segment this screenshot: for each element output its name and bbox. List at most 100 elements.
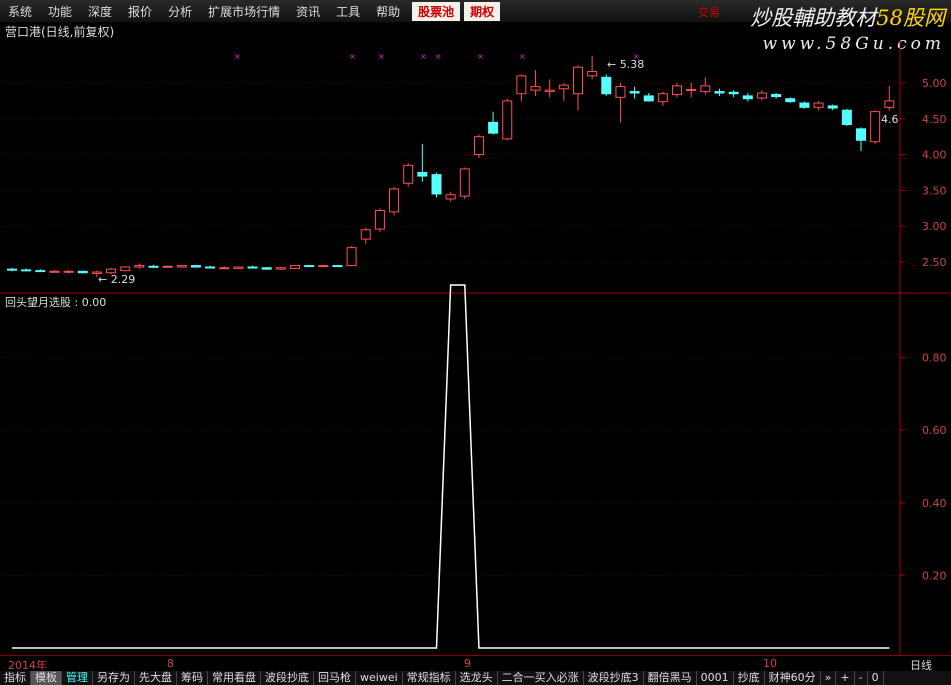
candle-body <box>771 93 782 98</box>
y-tick-label: 4.00 <box>922 149 947 162</box>
candle-body <box>35 270 46 273</box>
candle-body <box>870 111 881 143</box>
candle-body <box>304 265 315 268</box>
candle-body <box>77 270 88 274</box>
tab-item[interactable]: 先大盘 <box>135 671 177 685</box>
tab-item[interactable]: 翻倍黑马 <box>644 671 697 685</box>
candle-body <box>290 265 300 269</box>
candle-body <box>473 136 484 156</box>
candle-body <box>261 267 272 270</box>
candle-body <box>134 265 145 268</box>
candle-body <box>389 188 400 213</box>
candle-body <box>856 128 866 141</box>
signal-marker: × <box>435 52 442 61</box>
tab-item[interactable]: 抄底 <box>734 671 765 685</box>
signal-marker: × <box>349 52 356 61</box>
candle-body <box>544 89 555 93</box>
candle-body <box>643 95 654 102</box>
tab-item[interactable]: 二合一买入必涨 <box>498 671 584 685</box>
x-axis: 2014年 8 9 10 日线 <box>0 655 951 672</box>
candle-body <box>176 265 187 268</box>
tab-item[interactable]: 另存为 <box>93 671 135 685</box>
candle-body <box>629 91 640 94</box>
y-tick-label: 0.80 <box>922 352 947 365</box>
candle-body <box>417 172 428 177</box>
candle-body <box>728 91 739 95</box>
candle-body <box>318 265 329 268</box>
tab-item[interactable]: 0001 <box>697 671 734 685</box>
last-price-label: 4.6 <box>881 113 899 126</box>
candle-body <box>233 266 244 269</box>
candle-body <box>360 229 371 240</box>
y-tick-label: 5.00 <box>922 77 947 90</box>
tab-item[interactable]: 模板 <box>31 671 62 685</box>
candle-body <box>502 100 513 140</box>
tab-item[interactable]: + <box>836 671 855 685</box>
signal-marker: × <box>234 52 241 61</box>
candle-body <box>403 164 414 184</box>
tab-item[interactable]: » <box>821 671 837 685</box>
tab-item[interactable]: 指标 <box>0 671 31 685</box>
candle-body <box>657 93 668 103</box>
candle-body <box>686 88 697 91</box>
tab-item[interactable]: 波段抄底 <box>261 671 314 685</box>
candle-body <box>488 121 499 134</box>
y-tick-label: 3.00 <box>922 220 947 233</box>
candle-body <box>558 84 569 90</box>
tab-item[interactable]: 0 <box>868 671 884 685</box>
y-tick-label: 3.50 <box>922 184 947 197</box>
candle-body <box>742 95 753 100</box>
tab-item[interactable]: 筹码 <box>177 671 208 685</box>
candle-body <box>332 265 343 268</box>
tab-item[interactable]: 回马枪 <box>314 671 356 685</box>
y-tick-label: 4.50 <box>922 113 947 126</box>
candle-body <box>162 265 173 268</box>
candle-body <box>700 85 711 93</box>
candle-body <box>374 209 385 230</box>
candle-body <box>714 91 725 94</box>
tab-item[interactable]: 常规指标 <box>403 671 456 685</box>
tab-item[interactable]: 常用看盘 <box>208 671 261 685</box>
signal-marker: × <box>420 52 427 61</box>
candle-body <box>275 267 286 270</box>
candle-body <box>49 270 60 273</box>
x-label: 8 <box>167 657 174 670</box>
signal-marker: × <box>378 52 385 61</box>
candle-body <box>190 265 201 268</box>
tab-item[interactable]: 财神60分 <box>765 671 821 685</box>
candle-body <box>63 270 74 273</box>
candle-body <box>573 66 583 95</box>
tab-item[interactable]: weiwei <box>356 671 403 685</box>
chart-area[interactable]: 2.503.003.504.004.505.00× × × × × × × ×← 5.38← … <box>0 0 951 655</box>
low-price-label: ← 2.29 <box>98 273 135 286</box>
candle-body <box>841 109 852 126</box>
candle-body <box>346 247 357 267</box>
y-tick-label: 0.40 <box>922 497 947 510</box>
candle-body <box>120 266 131 272</box>
indicator-tabs: 指标 模板 管理 另存为 先大盘 筹码 常用看盘 波段抄底 回马枪 weiwei 常规指标 选龙头 二合… <box>0 671 951 685</box>
tab-item[interactable]: 管理 <box>62 671 93 685</box>
signal-marker: × <box>519 52 526 61</box>
tab-item[interactable]: 选龙头 <box>456 671 498 685</box>
high-price-label: ← 5.38 <box>607 58 644 71</box>
candle-body <box>219 267 230 270</box>
candle-body <box>601 76 612 95</box>
candle-body <box>530 86 541 91</box>
indicator-line <box>12 284 890 649</box>
candle-body <box>756 92 767 99</box>
candle-body <box>7 268 17 271</box>
candle-body <box>813 102 824 108</box>
x-label: 9 <box>464 657 471 670</box>
tab-item[interactable]: 波段抄底3 <box>584 671 644 685</box>
candle-body <box>672 85 683 95</box>
y-tick-label: 0.20 <box>922 569 947 582</box>
tab-item[interactable]: - <box>855 671 868 685</box>
candle-body <box>615 86 626 98</box>
candle-body <box>205 266 216 269</box>
y-tick-label: 0.60 <box>922 424 947 437</box>
candle-body <box>799 102 810 108</box>
candle-body <box>459 168 470 197</box>
signal-marker: × <box>477 52 484 61</box>
candle-body <box>785 98 796 103</box>
y-tick-label: 2.50 <box>922 256 947 269</box>
